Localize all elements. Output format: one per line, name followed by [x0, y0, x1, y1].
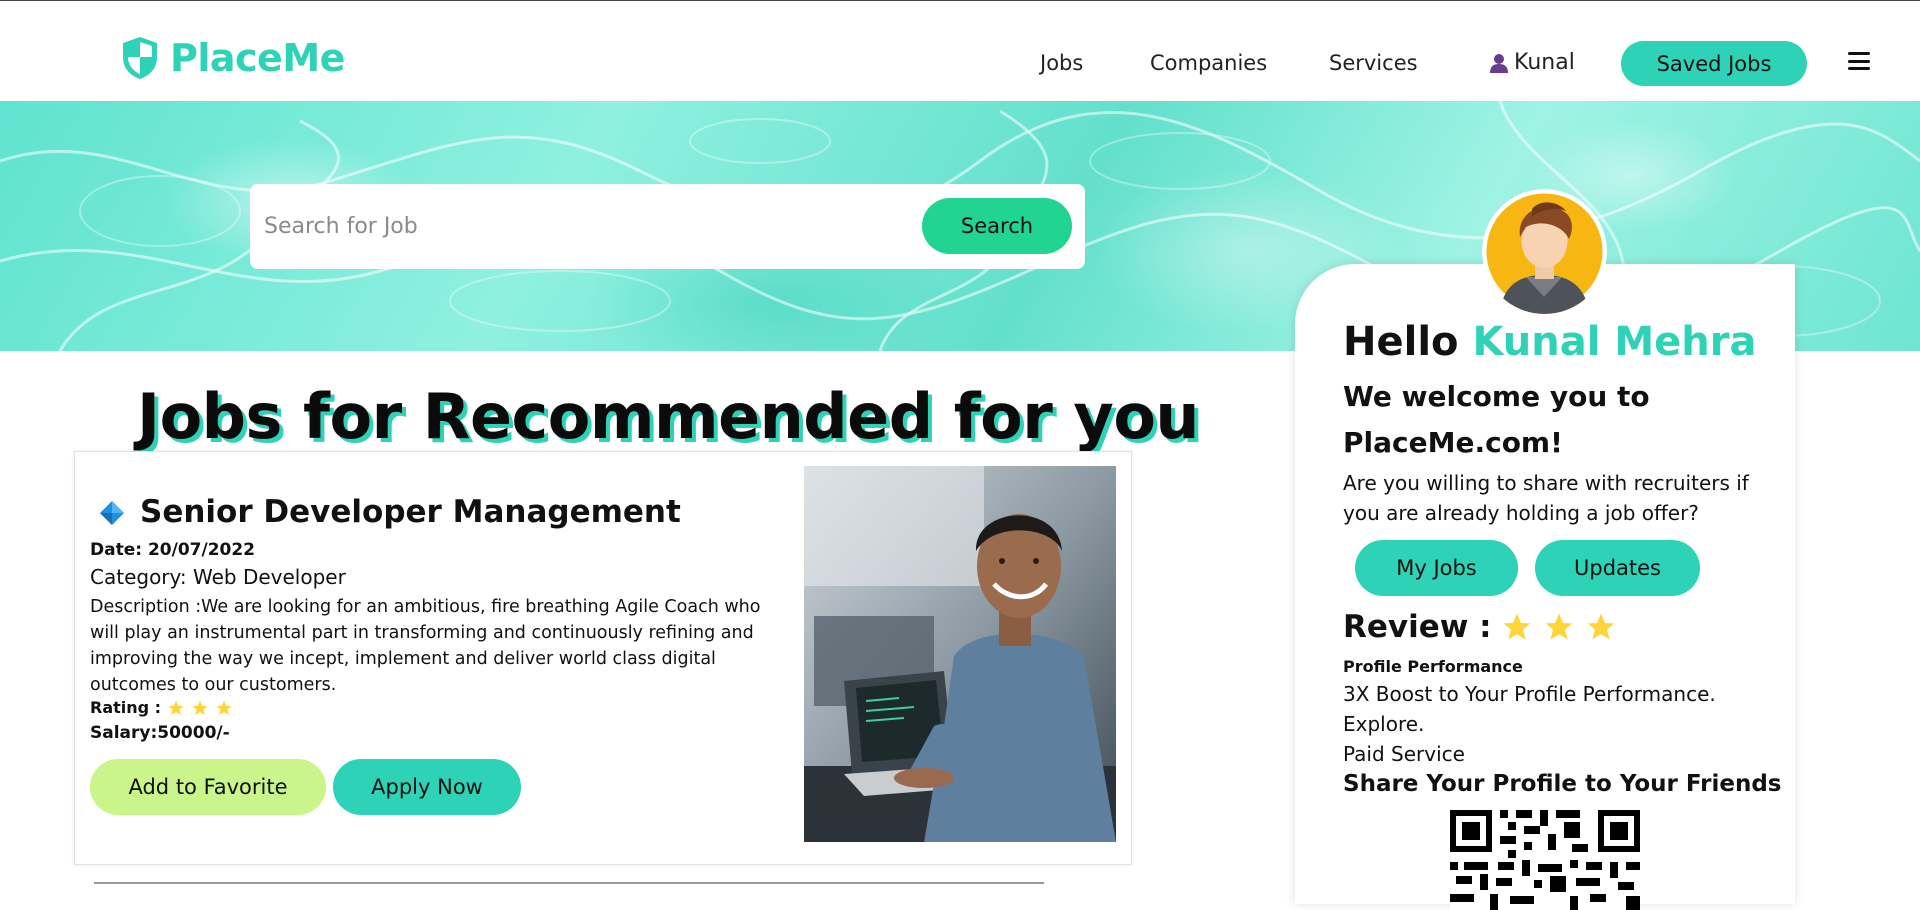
- nav-jobs[interactable]: Jobs: [1040, 51, 1083, 75]
- job-card: Senior Developer Management Date: 20/07/…: [74, 451, 1132, 865]
- job-category: Category: Web Developer: [90, 565, 346, 589]
- updates-button[interactable]: Updates: [1535, 540, 1700, 596]
- search-button[interactable]: Search: [922, 198, 1072, 254]
- recruiter-question: Are you willing to share with recruiters…: [1343, 471, 1749, 525]
- rating-label: Rating :: [90, 698, 162, 717]
- review-label: Review :: [1343, 609, 1492, 645]
- greeting: Hello Kunal Mehra: [1343, 319, 1756, 365]
- user-name: Kunal: [1514, 50, 1575, 75]
- diamond-icon: [100, 501, 124, 525]
- greeting-hello: Hello: [1343, 319, 1459, 365]
- profile-card: Hello Kunal Mehra We welcome you to Plac…: [1295, 264, 1795, 910]
- logo[interactable]: PlaceMe: [120, 35, 345, 81]
- nav-services[interactable]: Services: [1329, 51, 1418, 75]
- search-box: Search: [250, 184, 1085, 269]
- section-divider: [94, 882, 1044, 884]
- star-icon: [1587, 613, 1614, 640]
- share-profile-title: Share Your Profile to Your Friends: [1343, 771, 1782, 797]
- paid-service-text: Paid Service: [1343, 742, 1465, 766]
- user-icon: [1490, 53, 1508, 73]
- job-date: Date: 20/07/2022: [90, 540, 256, 560]
- nav-companies[interactable]: Companies: [1150, 51, 1267, 75]
- header: PlaceMe Jobs Companies Services Kunal Sa…: [0, 1, 1920, 101]
- star-icon: [1503, 613, 1530, 640]
- star-icon: [192, 700, 208, 715]
- add-to-favorite-button[interactable]: Add to Favorite: [90, 759, 326, 815]
- brand-name: PlaceMe: [170, 36, 345, 80]
- hamburger-menu-icon[interactable]: [1848, 52, 1870, 70]
- explore-link[interactable]: Explore.: [1343, 712, 1424, 736]
- job-salary: Salary:50000/-: [90, 723, 230, 743]
- qr-code[interactable]: [1450, 810, 1640, 910]
- job-rating: Rating :: [90, 698, 233, 717]
- saved-jobs-button[interactable]: Saved Jobs: [1621, 41, 1807, 86]
- star-icon: [168, 700, 184, 715]
- section-title: Jobs for Recommended for you: [137, 380, 1200, 453]
- performance-line: 3X Boost to Your Profile Performance.: [1343, 682, 1716, 706]
- apply-now-button[interactable]: Apply Now: [333, 759, 521, 815]
- job-title[interactable]: Senior Developer Management: [140, 494, 681, 530]
- profile-name: Kunal Mehra: [1472, 319, 1757, 365]
- star-icon: [1545, 613, 1572, 640]
- welcome-message: We welcome you to PlaceMe.com!: [1343, 380, 1650, 459]
- job-description: Description :We are looking for an ambit…: [90, 597, 761, 695]
- avatar[interactable]: [1482, 189, 1607, 314]
- star-icon: [216, 700, 232, 715]
- search-input[interactable]: [264, 204, 904, 248]
- my-jobs-button[interactable]: My Jobs: [1355, 540, 1518, 596]
- user-menu[interactable]: Kunal: [1490, 50, 1575, 75]
- profile-performance-label: Profile Performance: [1343, 657, 1523, 676]
- job-photo: [804, 466, 1116, 842]
- review: Review :: [1343, 609, 1618, 645]
- shield-logo-icon: [123, 37, 157, 79]
